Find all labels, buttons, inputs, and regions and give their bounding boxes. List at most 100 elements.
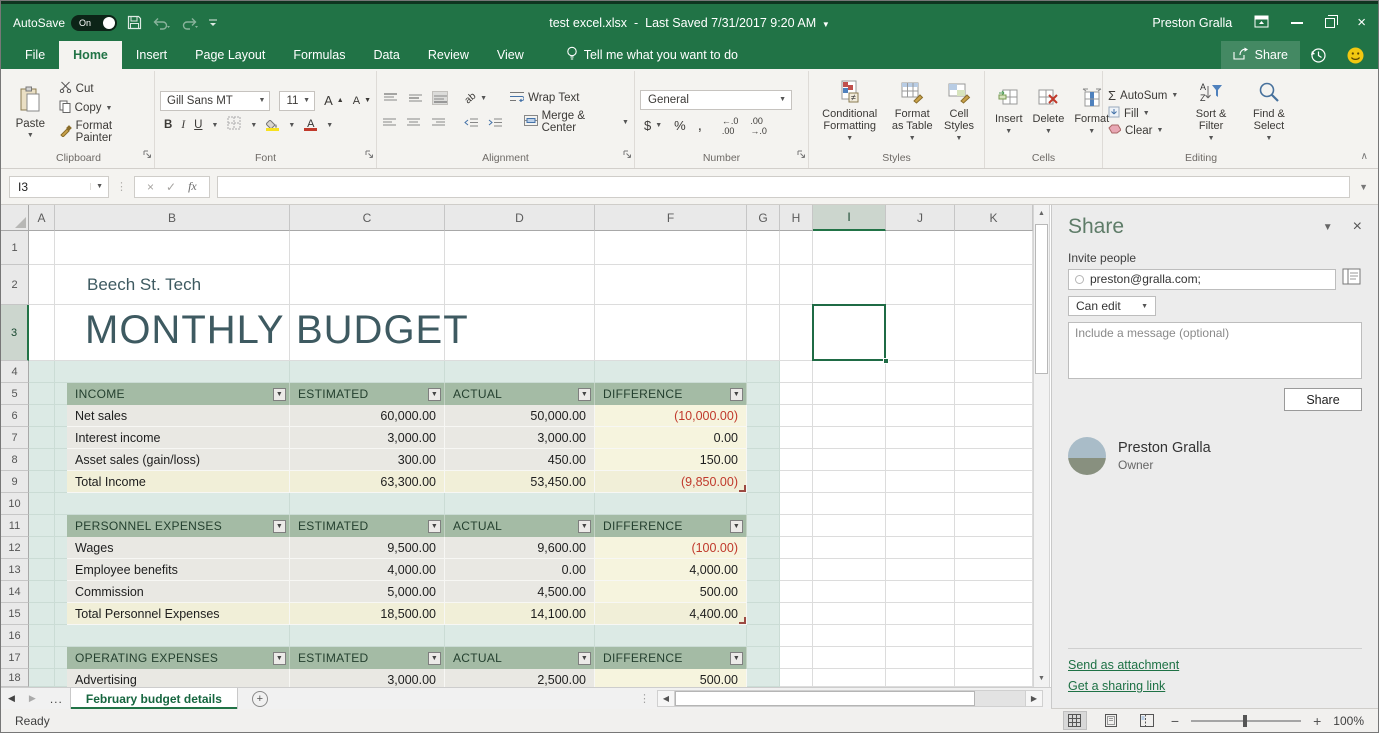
- cell-A10[interactable]: [29, 493, 55, 515]
- cell-I7[interactable]: [813, 427, 886, 449]
- cell-J4[interactable]: [886, 361, 955, 383]
- table-cell[interactable]: (100.00): [595, 537, 747, 559]
- cell-K16[interactable]: [955, 625, 1033, 647]
- cell-K7[interactable]: [955, 427, 1033, 449]
- cell-K18[interactable]: [955, 669, 1033, 687]
- cell-G11[interactable]: [747, 515, 780, 537]
- ribbon-display-options-icon[interactable]: [1254, 15, 1269, 31]
- invite-email-input[interactable]: preston@gralla.com;: [1068, 269, 1336, 290]
- cell-C2[interactable]: [290, 265, 445, 305]
- cell-G13[interactable]: [747, 559, 780, 581]
- row-header-1[interactable]: 1: [1, 231, 29, 265]
- confirm-entry-icon[interactable]: ✓: [166, 180, 176, 194]
- share-submit-button[interactable]: Share: [1284, 388, 1362, 411]
- worksheet-grid[interactable]: 123456789101112131415161718Beech St. Tec…: [1, 231, 1033, 687]
- merge-center-button[interactable]: Merge & Center ▼: [524, 110, 629, 134]
- tab-formulas[interactable]: Formulas: [279, 41, 359, 69]
- font-family-dropdown[interactable]: Gill Sans MT▼: [160, 91, 270, 111]
- cell-H2[interactable]: [780, 265, 813, 305]
- undo-icon[interactable]: [152, 16, 170, 30]
- cell-C16[interactable]: [290, 625, 445, 647]
- sheet-nav-prev-icon[interactable]: ◀: [1, 688, 22, 709]
- customize-qat-icon[interactable]: [208, 18, 218, 28]
- autosave-control[interactable]: AutoSave On: [13, 15, 117, 31]
- cell-H13[interactable]: [780, 559, 813, 581]
- cell-I8[interactable]: [813, 449, 886, 471]
- cell-K2[interactable]: [955, 265, 1033, 305]
- send-as-attachment-link[interactable]: Send as attachment: [1068, 658, 1362, 672]
- row-header-4[interactable]: 4: [1, 361, 29, 383]
- table-cell[interactable]: 4,000.00: [595, 559, 747, 581]
- cell-D16[interactable]: [445, 625, 595, 647]
- format-as-table-button[interactable]: Format as Table ▼: [885, 80, 939, 145]
- horizontal-scrollbar[interactable]: ◀ ▶: [657, 690, 1043, 707]
- table-cell[interactable]: 53,450.00: [445, 471, 595, 493]
- column-header-F[interactable]: F: [595, 205, 747, 231]
- cell-I13[interactable]: [813, 559, 886, 581]
- cell-F1[interactable]: [595, 231, 747, 265]
- align-right-icon[interactable]: [431, 115, 446, 129]
- cell-H18[interactable]: [780, 669, 813, 687]
- account-user-name[interactable]: Preston Gralla: [1152, 16, 1232, 30]
- copy-button[interactable]: Copy ▼: [59, 100, 149, 116]
- table-cell[interactable]: Total Personnel Expenses: [67, 603, 290, 625]
- cell-H7[interactable]: [780, 427, 813, 449]
- cell-I18[interactable]: [813, 669, 886, 687]
- fill-button[interactable]: Fill▼: [1108, 106, 1178, 121]
- cell-J12[interactable]: [886, 537, 955, 559]
- percent-button[interactable]: %: [674, 118, 686, 133]
- cell-G14[interactable]: [747, 581, 780, 603]
- sort-filter-button[interactable]: AZ Sort & Filter ▼: [1188, 81, 1234, 145]
- align-middle-icon[interactable]: [407, 91, 423, 105]
- cell-B16[interactable]: [55, 625, 290, 647]
- column-header-I[interactable]: I: [813, 205, 886, 231]
- cell-J10[interactable]: [886, 493, 955, 515]
- column-header-H[interactable]: H: [780, 205, 813, 231]
- cell-C10[interactable]: [290, 493, 445, 515]
- table-cell[interactable]: 4,000.00: [290, 559, 445, 581]
- cell-I15[interactable]: [813, 603, 886, 625]
- table-cell[interactable]: 3,000.00: [290, 427, 445, 449]
- cell-K15[interactable]: [955, 603, 1033, 625]
- row-header-2[interactable]: 2: [1, 265, 29, 305]
- cell-A9[interactable]: [29, 471, 55, 493]
- column-header-G[interactable]: G: [747, 205, 780, 231]
- cell-H15[interactable]: [780, 603, 813, 625]
- share-button-ribbon[interactable]: Share: [1221, 41, 1300, 69]
- cell-I10[interactable]: [813, 493, 886, 515]
- row-header-13[interactable]: 13: [1, 559, 29, 581]
- cell-A18[interactable]: [29, 669, 55, 687]
- column-header-J[interactable]: J: [886, 205, 955, 231]
- cell-K14[interactable]: [955, 581, 1033, 603]
- table-cell[interactable]: Net sales: [67, 405, 290, 427]
- number-dialog-launcher-icon[interactable]: [797, 146, 806, 164]
- cell-G12[interactable]: [747, 537, 780, 559]
- tab-home[interactable]: Home: [59, 41, 122, 69]
- zoom-out-icon[interactable]: −: [1171, 713, 1179, 729]
- collapse-ribbon-icon[interactable]: ∧: [1361, 151, 1368, 162]
- comma-style-button[interactable]: ,: [698, 117, 702, 134]
- cell-J16[interactable]: [886, 625, 955, 647]
- row-header-14[interactable]: 14: [1, 581, 29, 603]
- table-cell[interactable]: Asset sales (gain/loss): [67, 449, 290, 471]
- scroll-down-icon[interactable]: ▼: [1034, 670, 1049, 687]
- cell-K6[interactable]: [955, 405, 1033, 427]
- align-left-icon[interactable]: [382, 115, 397, 129]
- filter-dropdown-icon[interactable]: ▼: [273, 520, 286, 533]
- currency-button[interactable]: $▼: [644, 118, 662, 133]
- cell-I16[interactable]: [813, 625, 886, 647]
- cell-B10[interactable]: [55, 493, 290, 515]
- font-size-dropdown[interactable]: 11▼: [279, 91, 315, 111]
- row-header-16[interactable]: 16: [1, 625, 29, 647]
- cell-G7[interactable]: [747, 427, 780, 449]
- cell-H14[interactable]: [780, 581, 813, 603]
- zoom-slider-thumb[interactable]: [1243, 715, 1247, 727]
- vertical-scrollbar[interactable]: ▲ ▼: [1033, 205, 1050, 687]
- table-cell[interactable]: (9,850.00): [595, 471, 747, 493]
- row-header-12[interactable]: 12: [1, 537, 29, 559]
- cell-G3[interactable]: [747, 305, 780, 361]
- filter-dropdown-icon[interactable]: ▼: [730, 388, 743, 401]
- cell-A2[interactable]: [29, 265, 55, 305]
- table-cell[interactable]: 60,000.00: [290, 405, 445, 427]
- row-header-17[interactable]: 17: [1, 647, 29, 669]
